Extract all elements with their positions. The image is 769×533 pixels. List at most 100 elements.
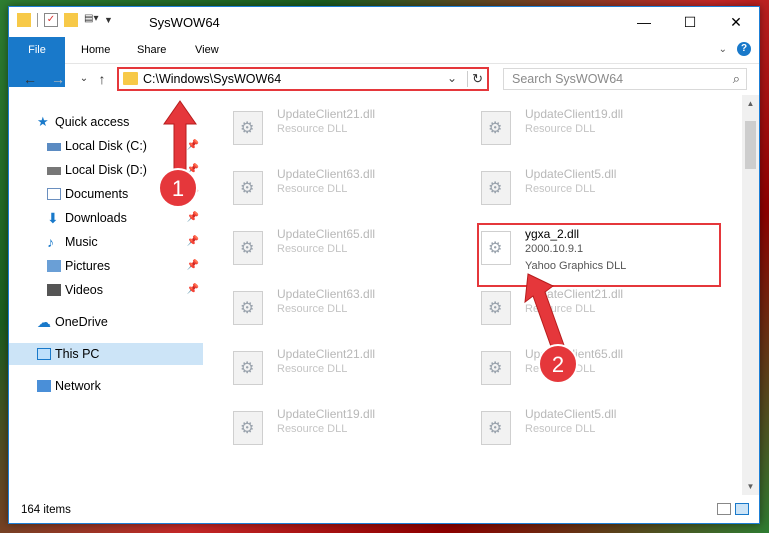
properties-icon[interactable]: ✓ xyxy=(44,13,58,27)
minimize-button[interactable]: — xyxy=(621,7,667,37)
tab-share[interactable]: Share xyxy=(123,37,180,63)
file-name: UpdateClient63.dll xyxy=(277,167,376,181)
nav-label: Documents xyxy=(65,187,129,201)
pin-icon[interactable]: 📌 xyxy=(187,255,199,277)
item-count: 164 items xyxy=(21,504,71,516)
details-view-icon[interactable] xyxy=(717,503,731,515)
pin-icon[interactable]: 📌 xyxy=(187,159,199,181)
file-type: Resource DLL xyxy=(277,303,348,315)
forward-arrow-icon[interactable]: → xyxy=(49,70,67,88)
pin-icon[interactable]: 📌 xyxy=(187,231,199,253)
file-name: UpdateClient19.dll xyxy=(525,107,624,121)
new-folder-icon[interactable] xyxy=(64,13,78,27)
title-bar: ✓ ▤▾ ▼ SysWOW64 — ☐ ✕ xyxy=(9,7,759,37)
vertical-scrollbar[interactable]: ▲ ▼ xyxy=(742,95,759,495)
up-arrow-icon[interactable]: ↑ xyxy=(93,70,111,88)
pin-icon[interactable]: 📌 xyxy=(187,279,199,301)
nav-item-local-disk-d[interactable]: Local Disk (D:) 📌 xyxy=(9,159,203,181)
file-item[interactable]: UpdateClient5.dll Resource DLL xyxy=(461,403,691,453)
nav-label: Pictures xyxy=(65,259,111,273)
file-item[interactable]: UpdateClient21.dll Resource DLL xyxy=(213,343,443,393)
documents-icon xyxy=(47,188,61,200)
pin-icon[interactable]: 📌 xyxy=(187,183,199,205)
address-path[interactable]: C:\Windows\SysWOW64 xyxy=(143,72,281,86)
file-name: UpdateClient5.dll xyxy=(525,407,617,421)
nav-item-this-pc[interactable]: This PC xyxy=(9,343,203,365)
customize-toolbar-icon[interactable]: ▤▾ xyxy=(84,13,98,27)
dll-file-icon xyxy=(481,111,511,145)
nav-label: Local Disk (C:) xyxy=(65,139,147,153)
file-type: Resource DLL xyxy=(525,363,596,375)
file-item[interactable]: UpdateClient21.dll Resource DLL xyxy=(213,103,443,153)
file-name: UpdateClient5.dll xyxy=(525,167,617,181)
nav-label: Music xyxy=(65,235,98,249)
nav-item-documents[interactable]: Documents 📌 xyxy=(9,183,203,205)
file-item[interactable]: UpdateClient21.dll Resource DLL xyxy=(461,283,691,333)
file-name: UpdateClient21.dll xyxy=(525,287,624,301)
search-placeholder: Search SysWOW64 xyxy=(512,72,624,86)
dll-file-icon xyxy=(233,291,263,325)
search-icon[interactable]: ⌕ xyxy=(733,69,740,89)
dropdown-icon[interactable]: ▼ xyxy=(104,15,113,25)
file-item[interactable]: UpdateClient19.dll Resource DLL xyxy=(213,403,443,453)
dll-file-icon xyxy=(233,231,263,265)
nav-item-onedrive[interactable]: ☁ OneDrive xyxy=(9,311,203,333)
file-type: Resource DLL xyxy=(525,123,596,135)
nav-item-pictures[interactable]: Pictures 📌 xyxy=(9,255,203,277)
ribbon-tabs: File Home Share View ⌄ ? xyxy=(9,37,759,87)
refresh-icon[interactable]: ↻ xyxy=(467,71,483,87)
pictures-icon xyxy=(47,260,61,272)
close-button[interactable]: ✕ xyxy=(713,7,759,37)
nav-item-network[interactable]: Network xyxy=(9,375,203,397)
folder-icon xyxy=(123,72,138,85)
pin-icon[interactable]: 📌 xyxy=(187,135,199,157)
navigation-pane: ★ Quick access Local Disk (C:) 📌 Local D… xyxy=(9,95,209,495)
pin-icon[interactable]: 📌 xyxy=(187,207,199,229)
explorer-window: ✓ ▤▾ ▼ SysWOW64 — ☐ ✕ File Home Share Vi… xyxy=(8,6,760,524)
chevron-down-icon[interactable]: ⌄ xyxy=(447,71,457,85)
file-name: UpdateClient65.dll xyxy=(525,347,624,361)
file-type: Resource DLL xyxy=(277,123,348,135)
file-item[interactable]: UpdateClient63.dll Resource DLL xyxy=(213,163,443,213)
scroll-down-icon[interactable]: ▼ xyxy=(742,482,759,491)
file-item[interactable]: UpdateClient5.dll Resource DLL xyxy=(461,163,691,213)
maximize-button[interactable]: ☐ xyxy=(667,7,713,37)
folder-icon xyxy=(17,13,31,27)
nav-item-quick-access[interactable]: ★ Quick access xyxy=(9,111,203,133)
file-name: UpdateClient63.dll xyxy=(277,287,376,301)
tiles-view-icon[interactable] xyxy=(735,503,749,515)
nav-label: Quick access xyxy=(55,115,130,129)
nav-item-local-disk-c[interactable]: Local Disk (C:) 📌 xyxy=(9,135,203,157)
scroll-thumb[interactable] xyxy=(745,121,756,169)
star-icon: ★ xyxy=(37,114,49,129)
back-arrow-icon[interactable]: ← xyxy=(21,70,39,88)
toolbar-divider xyxy=(37,13,38,27)
nav-label: Downloads xyxy=(65,211,127,225)
help-icon[interactable]: ? xyxy=(737,42,751,56)
file-item[interactable]: UpdateClient63.dll Resource DLL xyxy=(213,283,443,333)
dll-file-icon xyxy=(233,411,263,445)
network-icon xyxy=(37,380,51,392)
search-input[interactable]: Search SysWOW64 ⌕ xyxy=(503,68,747,90)
file-item[interactable]: UpdateClient65.dll Resource DLL xyxy=(461,343,691,393)
quick-access-toolbar: ✓ ▤▾ ▼ xyxy=(17,13,113,27)
chevron-down-icon[interactable]: ⌄ xyxy=(719,44,727,55)
tab-home[interactable]: Home xyxy=(67,37,124,63)
tab-view[interactable]: View xyxy=(181,37,233,63)
videos-icon xyxy=(47,284,61,296)
nav-label: Network xyxy=(55,379,101,393)
download-icon: ⬇ xyxy=(47,210,59,226)
file-item[interactable]: UpdateClient65.dll Resource DLL xyxy=(213,223,443,273)
address-bar[interactable]: C:\Windows\SysWOW64 ⌄ ↻ xyxy=(117,67,489,91)
file-item[interactable]: UpdateClient19.dll Resource DLL xyxy=(461,103,691,153)
nav-item-videos[interactable]: Videos 📌 xyxy=(9,279,203,301)
nav-label: Videos xyxy=(65,283,103,297)
nav-item-music[interactable]: ♪ Music 📌 xyxy=(9,231,203,253)
dll-file-icon xyxy=(233,171,263,205)
recent-dropdown-icon[interactable]: ⌄ xyxy=(75,70,93,88)
scroll-up-icon[interactable]: ▲ xyxy=(742,99,759,108)
file-type: Resource DLL xyxy=(525,303,596,315)
nav-item-downloads[interactable]: ⬇ Downloads 📌 xyxy=(9,207,203,229)
file-type: Resource DLL xyxy=(277,423,348,435)
computer-icon xyxy=(37,348,51,360)
